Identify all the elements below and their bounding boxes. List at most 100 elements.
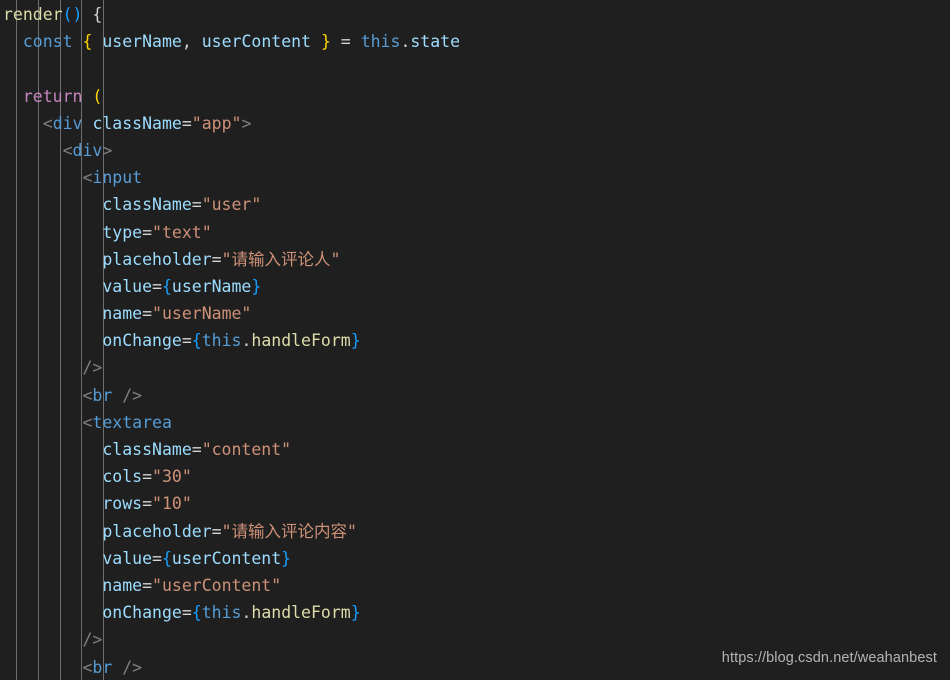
code-line[interactable]: onChange={this.handleForm}	[0, 327, 950, 354]
code-token: >	[92, 358, 103, 378]
code-line[interactable]: rows="10"	[0, 490, 950, 517]
code-token: {	[161, 276, 172, 296]
code-line[interactable]: render() {	[0, 1, 950, 28]
code-token: handleForm	[251, 603, 351, 623]
code-line[interactable]: placeholder="请输入评论内容"	[0, 518, 950, 545]
code-token: >	[102, 140, 113, 160]
code-token: (	[92, 86, 103, 106]
code-token: "30"	[152, 467, 192, 487]
code-line[interactable]: className="content"	[0, 436, 950, 463]
code-token: rows	[102, 494, 143, 514]
code-token: )	[72, 5, 83, 24]
code-editor-viewport[interactable]: render() { const { userName, userContent…	[0, 0, 950, 680]
code-token: <	[82, 657, 93, 677]
code-token: className	[102, 440, 192, 459]
code-token: this	[360, 32, 401, 52]
code-token: {	[82, 32, 93, 52]
code-line[interactable]: cols="30"	[0, 463, 950, 490]
code-token: =	[142, 575, 153, 595]
code-line[interactable]: />	[0, 354, 950, 381]
code-line[interactable]: value={userContent}	[0, 545, 950, 572]
code-token: {	[191, 331, 202, 351]
code-token: state	[410, 32, 461, 52]
code-token: =	[142, 494, 153, 514]
code-token: =	[330, 32, 361, 52]
code-token: (	[62, 5, 73, 24]
code-token: >	[92, 630, 103, 650]
code-token: br	[92, 657, 113, 677]
code-line[interactable]	[0, 55, 950, 82]
code-line[interactable]: type="text"	[0, 219, 950, 246]
code-line[interactable]: name="userContent"	[0, 572, 950, 599]
code-token: =	[181, 331, 192, 351]
code-token: =	[152, 548, 162, 568]
code-line[interactable]: <textarea	[0, 409, 950, 436]
code-token: =	[191, 195, 202, 215]
code-token: >	[241, 113, 252, 133]
code-line[interactable]: const { userName, userContent } = this.s…	[0, 28, 950, 55]
code-line[interactable]: onChange={this.handleForm}	[0, 599, 950, 626]
code-token: }	[251, 276, 262, 296]
code-line[interactable]: <div className="app">	[0, 110, 950, 137]
code-line[interactable]: placeholder="请输入评论人"	[0, 246, 950, 273]
code-token: const	[22, 32, 73, 52]
code-token: }	[350, 331, 361, 351]
code-token: cols	[102, 467, 143, 487]
code-token: value	[102, 276, 153, 296]
code-token: name	[102, 575, 143, 595]
code-token: userName	[171, 276, 252, 296]
code-token: }	[350, 603, 361, 623]
code-token: br	[92, 385, 113, 405]
code-token: placeholder	[102, 249, 212, 269]
code-token: >	[132, 385, 143, 405]
watermark-url: https://blog.csdn.net/weahanbest	[721, 649, 937, 666]
code-token: type	[102, 222, 143, 242]
code-line[interactable]: className="user"	[0, 191, 950, 218]
code-token: "userContent"	[152, 575, 282, 595]
code-token: >	[132, 657, 143, 677]
code-token: userContent	[201, 32, 311, 52]
code-line[interactable]: <br />	[0, 382, 950, 409]
code-token: userName	[102, 32, 182, 52]
code-line[interactable]: name="userName"	[0, 300, 950, 327]
code-token: }	[281, 548, 292, 568]
code-token: <	[82, 412, 93, 432]
code-line[interactable]: <div>	[0, 137, 950, 164]
code-line[interactable]: value={userName}	[0, 273, 950, 300]
code-token: input	[92, 168, 143, 188]
code-token: div	[52, 113, 83, 133]
code-token: {	[191, 603, 202, 623]
code-token: =	[142, 467, 153, 487]
code-token: =	[191, 440, 202, 459]
code-token: value	[102, 548, 153, 568]
code-token: }	[320, 32, 331, 52]
code-token: "user"	[201, 195, 262, 215]
code-line[interactable]: return (	[0, 83, 950, 110]
code-token: "请输入评论内容"	[221, 521, 357, 541]
code-content-area[interactable]: render() { const { userName, userContent…	[0, 0, 950, 680]
code-token: =	[152, 276, 162, 296]
code-token: <	[82, 385, 93, 405]
code-line[interactable]: <input	[0, 164, 950, 191]
code-token: <	[42, 113, 53, 133]
